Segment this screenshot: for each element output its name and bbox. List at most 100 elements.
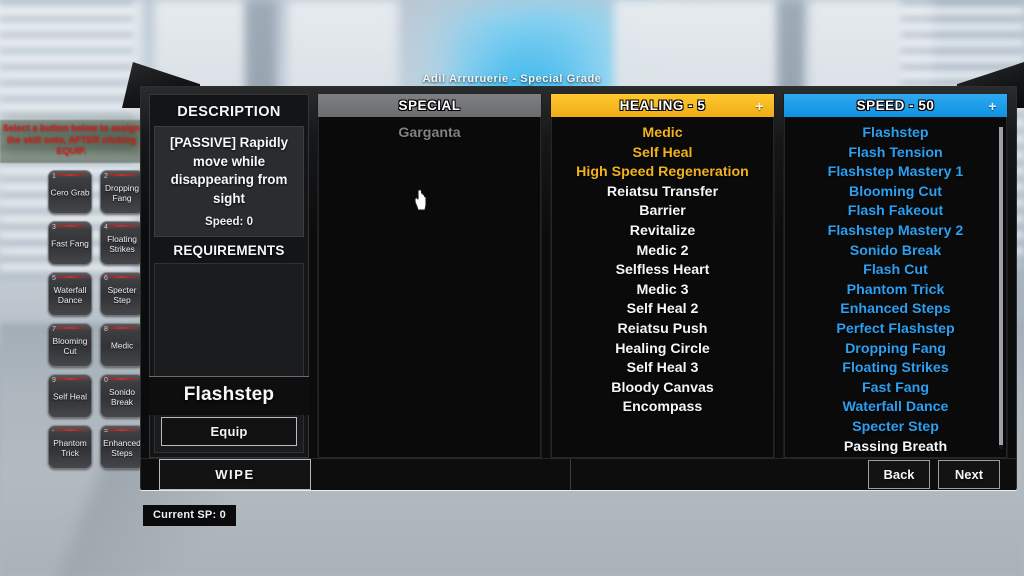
hotbar-slot-key: 1: [52, 173, 56, 180]
skill-row[interactable]: Flashstep Mastery 2: [789, 222, 1002, 242]
description-content: [PASSIVE] Rapidly move while disappearin…: [154, 126, 304, 237]
skill-row[interactable]: Blooming Cut: [789, 183, 1002, 203]
scrollbar-thumb-speed[interactable]: [999, 127, 1003, 445]
description-header: DESCRIPTION: [177, 104, 281, 120]
hotbar-slot-key: 9: [52, 377, 56, 384]
skill-row[interactable]: Medic 2: [556, 242, 769, 262]
hotbar-slot-0[interactable]: 0 Sonido Break: [100, 374, 144, 418]
hotbar-slot-label: Phantom Trick: [53, 437, 87, 458]
skill-row[interactable]: Medic 3: [556, 281, 769, 301]
column-header-healing[interactable]: HEALING - 5 +: [551, 94, 774, 117]
skill-tree-panel: DESCRIPTION [PASSIVE] Rapidly move while…: [140, 86, 1017, 491]
column-list-healing[interactable]: Medic Self Heal High Speed Regeneration Rei…: [551, 117, 774, 459]
hotbar-slot-9[interactable]: 9 Self Heal: [48, 374, 92, 418]
hotbar-slot-=[interactable]: = Enhanced Steps: [100, 425, 144, 469]
game-screen: Adil Arruruerie - Special Grade Select a…: [0, 0, 1024, 576]
skill-row[interactable]: Floating Strikes: [789, 359, 1002, 379]
skill-row[interactable]: Self Heal: [556, 144, 769, 164]
hotbar-slot-key: =: [104, 428, 109, 435]
column-list-speed[interactable]: Flashstep Flash Tension Flashstep Mastery …: [784, 117, 1007, 459]
hotbar-slot-label: Fast Fang: [51, 238, 89, 249]
hotbar-slot-1[interactable]: 1 Cero Grab: [48, 170, 92, 214]
panel-footer: WIPE Back Next: [141, 458, 1016, 491]
hotbar-slot-label: Specter Step: [107, 284, 137, 305]
next-button[interactable]: Next: [938, 460, 1000, 490]
skill-row[interactable]: Flashstep Mastery 1: [789, 163, 1002, 183]
skill-row[interactable]: Bloody Canvas: [556, 379, 769, 399]
skill-row[interactable]: Waterfall Dance: [789, 398, 1002, 418]
requirements-content: Equip: [154, 263, 304, 454]
column-special: SPECIAL Garganta: [317, 94, 542, 459]
column-speed: SPEED - 50 + Flashstep Flash Tension Flash…: [783, 94, 1008, 459]
skill-row[interactable]: Encompass: [556, 398, 769, 418]
hotbar-slot-2[interactable]: 2 Dropping Fang: [100, 170, 144, 214]
hotbar-slot-label: Sonido Break: [108, 386, 136, 407]
hotbar-slot-4[interactable]: 4 Floating Strikes: [100, 221, 144, 265]
skill-row[interactable]: Flash Cut: [789, 261, 1002, 281]
skill-row[interactable]: Sonido Break: [789, 242, 1002, 262]
skill-row[interactable]: High Speed Regeneration: [556, 163, 769, 183]
hotbar-slot-8[interactable]: 8 Medic: [100, 323, 144, 367]
selected-skill-name: Flashstep: [149, 376, 309, 415]
skill-tree-window: DESCRIPTION [PASSIVE] Rapidly move while…: [122, 62, 1024, 491]
hotbar-slot-7[interactable]: 7 Blooming Cut: [48, 323, 92, 367]
hotbar-slot-key: 0: [104, 377, 108, 384]
skill-row[interactable]: Self Heal 3: [556, 359, 769, 379]
column-title-healing: HEALING - 5: [619, 98, 706, 113]
current-sp-label: Current SP: 0: [143, 505, 236, 526]
nav-buttons: Back Next: [868, 460, 1006, 490]
description-stat: Speed: 0: [205, 216, 253, 228]
selected-skill-wrap: Flashstep: [149, 376, 309, 415]
hotbar-slot--[interactable]: - Phantom Trick: [48, 425, 92, 469]
hotbar-slot-label: Blooming Cut: [52, 335, 88, 356]
hotbar-slot-6[interactable]: 6 Specter Step: [100, 272, 144, 316]
skill-row[interactable]: Passing Breath: [789, 438, 1002, 458]
hotbar-slot-key: 5: [52, 275, 56, 282]
skill-row[interactable]: Phantom Trick: [789, 281, 1002, 301]
hotbar-slot-key: 3: [52, 224, 56, 231]
skill-row[interactable]: Self Heal 2: [556, 300, 769, 320]
skill-row[interactable]: Selfless Heart: [556, 261, 769, 281]
description-text: [PASSIVE] Rapidly move while disappearin…: [169, 135, 289, 206]
skill-row[interactable]: Flash Tension: [789, 144, 1002, 164]
requirements-header: REQUIREMENTS: [173, 243, 285, 258]
hotbar-slot-5[interactable]: 5 Waterfall Dance: [48, 272, 92, 316]
add-point-healing-icon[interactable]: +: [755, 98, 764, 114]
column-list-special[interactable]: Garganta: [318, 117, 541, 459]
skill-row[interactable]: Flash Fakeout: [789, 202, 1002, 222]
wipe-button[interactable]: WIPE: [159, 459, 311, 491]
skill-row[interactable]: Barrier: [556, 202, 769, 222]
hotbar-slot-key: 4: [104, 224, 108, 231]
back-button[interactable]: Back: [868, 460, 930, 490]
hotbar-slot-label: Self Heal: [53, 391, 87, 402]
hotbar-slot-label: Dropping Fang: [105, 182, 139, 203]
skill-row[interactable]: Revitalize: [556, 222, 769, 242]
hotbar-slot-label: Medic: [110, 340, 134, 351]
skill-row[interactable]: Garganta: [323, 124, 536, 144]
hotbar-slot-key: 8: [104, 326, 108, 333]
equip-button[interactable]: Equip: [161, 417, 297, 447]
hotbar-slot-label: Cero Grab: [50, 187, 90, 198]
column-title-speed: SPEED - 50: [856, 98, 935, 113]
skill-row[interactable]: Healing Circle: [556, 340, 769, 360]
hotbar-slot-key: -: [52, 428, 55, 435]
add-point-speed-icon[interactable]: +: [988, 98, 997, 114]
column-title-special: SPECIAL: [398, 98, 461, 113]
skill-row[interactable]: Flashstep: [789, 124, 1002, 144]
skill-row[interactable]: Fast Fang: [789, 379, 1002, 399]
skill-row[interactable]: Enhanced Steps: [789, 300, 1002, 320]
hotbar-slot-label: Waterfall Dance: [53, 284, 87, 305]
skill-row[interactable]: Reiatsu Transfer: [556, 183, 769, 203]
skill-row[interactable]: Perfect Flashstep: [789, 320, 1002, 340]
column-header-speed[interactable]: SPEED - 50 +: [784, 94, 1007, 117]
skill-row[interactable]: Medic: [556, 124, 769, 144]
column-header-special[interactable]: SPECIAL: [318, 94, 541, 117]
skill-hotbar[interactable]: 1 Cero Grab 2 Dropping Fang 3 Fast Fang 4 Float…: [48, 170, 144, 469]
hotbar-slot-3[interactable]: 3 Fast Fang: [48, 221, 92, 265]
skill-row[interactable]: Dropping Fang: [789, 340, 1002, 360]
skill-row[interactable]: Specter Step: [789, 418, 1002, 438]
assign-hint-banner: Select a button below to assign the skil…: [0, 120, 143, 163]
skill-row[interactable]: Reiatsu Push: [556, 320, 769, 340]
column-healing: HEALING - 5 + Medic Self Heal High Speed R…: [550, 94, 775, 459]
hotbar-slot-key: 6: [104, 275, 108, 282]
